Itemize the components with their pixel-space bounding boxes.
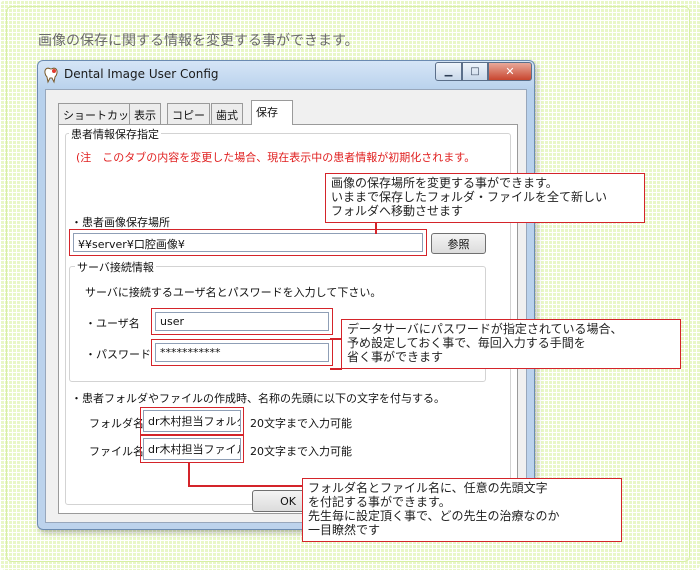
browse-button[interactable]: 参照	[431, 233, 486, 254]
path-callout-line-2: いままで保存したフォルダ・ファイルを全て新しい	[331, 190, 608, 204]
maximize-button[interactable]: □	[462, 62, 488, 81]
password-callout: データサーバにパスワードが指定されている場合、 予め設定しておく事で、毎回入力す…	[341, 319, 681, 369]
patient-info-group-title: 患者情報保存指定	[69, 126, 161, 142]
image-path-highlight	[69, 229, 427, 256]
maximize-icon: □	[470, 66, 480, 77]
minimize-icon: ▁	[444, 66, 453, 77]
path-callout-line-1: 画像の保存場所を変更する事ができます。	[331, 176, 558, 190]
prefix-callout-connector-horizontal	[188, 485, 306, 487]
folder-prefix-highlight	[140, 407, 244, 435]
prefix-callout-line-2: を付記する事ができます。	[308, 495, 451, 509]
prefix-description-text: ・患者フォルダやファイルの作成時、名称の先頭に以下の文字を付与する。	[71, 392, 445, 405]
password-highlight	[151, 339, 333, 366]
tab-display[interactable]: 表示	[129, 103, 161, 124]
path-callout-line-3: フォルダへ移動させます	[331, 204, 464, 218]
window-title: Dental Image User Config	[64, 67, 219, 81]
file-prefix-highlight	[140, 435, 244, 463]
path-callout: 画像の保存場所を変更する事ができます。 いままで保存したフォルダ・ファイルを全て…	[325, 173, 645, 223]
file-prefix-limit-text: 20文字まで入力可能	[250, 445, 352, 458]
tab-copy[interactable]: コピー	[167, 103, 210, 124]
password-callout-line-3: 省く事ができます	[347, 350, 444, 364]
page-headline: 画像の保存に関する情報を変更する事ができます。	[38, 33, 359, 49]
minimize-button[interactable]: ▁	[435, 62, 462, 81]
reset-warning-text: (注 このタブの内容を変更した場合、現在表示中の患者情報が初期化されます。	[76, 151, 476, 164]
close-button[interactable]: ✕	[488, 62, 532, 81]
path-callout-connector	[375, 222, 377, 234]
close-icon: ✕	[505, 65, 515, 78]
title-bar[interactable]: Dental Image User Config ▁ □ ✕	[38, 61, 534, 89]
prefix-callout: フォルダ名とファイル名に、任意の先頭文字 を付記する事ができます。 先生毎に設定…	[302, 478, 622, 542]
folder-prefix-label: フォルダ名:	[89, 417, 148, 430]
username-highlight	[151, 308, 333, 335]
tab-save[interactable]: 保存	[251, 100, 293, 125]
prefix-callout-line-1: フォルダ名とファイル名に、任意の先頭文字	[308, 481, 548, 495]
file-prefix-label: ファイル名:	[89, 445, 148, 458]
tooth-app-icon	[42, 66, 60, 84]
server-connection-group-title: サーバ接続情報	[75, 259, 156, 275]
server-instruction-text: サーバに接続するユーザ名とパスワードを入力して下さい。	[85, 286, 382, 299]
password-callout-line-2: 予め設定しておく事で、毎回入力する手間を	[347, 336, 586, 350]
username-label: ・ユーザ名	[85, 317, 140, 330]
config-window: Dental Image User Config ▁ □ ✕ ショートカット 表…	[37, 60, 535, 530]
prefix-callout-line-3: 先生毎に設定頂く事で、どの先生の治療なのか	[308, 509, 560, 523]
window-client-area: ショートカット 表示 コピー 歯式 保存 患者情報保存指定 (注 このタブの内容…	[45, 89, 527, 523]
image-path-label: ・患者画像保存場所	[71, 216, 170, 229]
password-callout-line-1: データサーバにパスワードが指定されている場合、	[347, 322, 623, 336]
prefix-callout-line-4: 一目瞭然です	[308, 523, 381, 537]
folder-prefix-limit-text: 20文字まで入力可能	[250, 417, 352, 430]
prefix-callout-connector-vertical	[188, 462, 190, 486]
password-label: ・パスワード	[85, 348, 151, 361]
tab-dental-chart[interactable]: 歯式	[211, 103, 243, 124]
